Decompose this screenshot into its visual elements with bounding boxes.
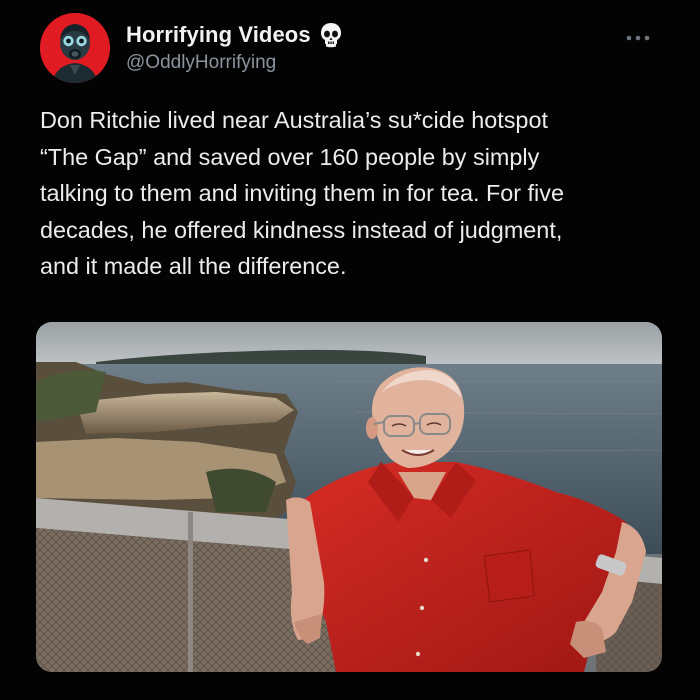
tweet-text-line: “The Gap” and saved over 160 people by s…: [40, 143, 540, 170]
tweet-text-line: Don Ritchie lived near Australia’s su*ci…: [40, 107, 548, 133]
tweet-card[interactable]: Horrifying Videos @OddlyHorrifying Don R…: [0, 0, 700, 700]
tweet-text-line: and it made all the difference.: [40, 253, 347, 279]
tweet-text-line: talking to them and inviting them in for…: [40, 180, 564, 206]
skull-icon: [319, 22, 343, 48]
tweet-photo[interactable]: [36, 322, 662, 672]
author-name-row: Horrifying Videos: [126, 22, 343, 48]
author-handle[interactable]: @OddlyHorrifying: [126, 52, 276, 74]
author-display-name[interactable]: Horrifying Videos: [126, 22, 311, 48]
more-horizontal-icon[interactable]: [624, 30, 652, 41]
gas-mask-icon: [40, 13, 110, 83]
tweet-text-line: decades, he offered kindness instead of …: [40, 216, 563, 243]
avatar[interactable]: [40, 13, 110, 83]
photo-old-man-at-cliff: [36, 322, 662, 672]
tweet-text: Don Ritchie lived near Australia’s su*ci…: [40, 102, 670, 285]
